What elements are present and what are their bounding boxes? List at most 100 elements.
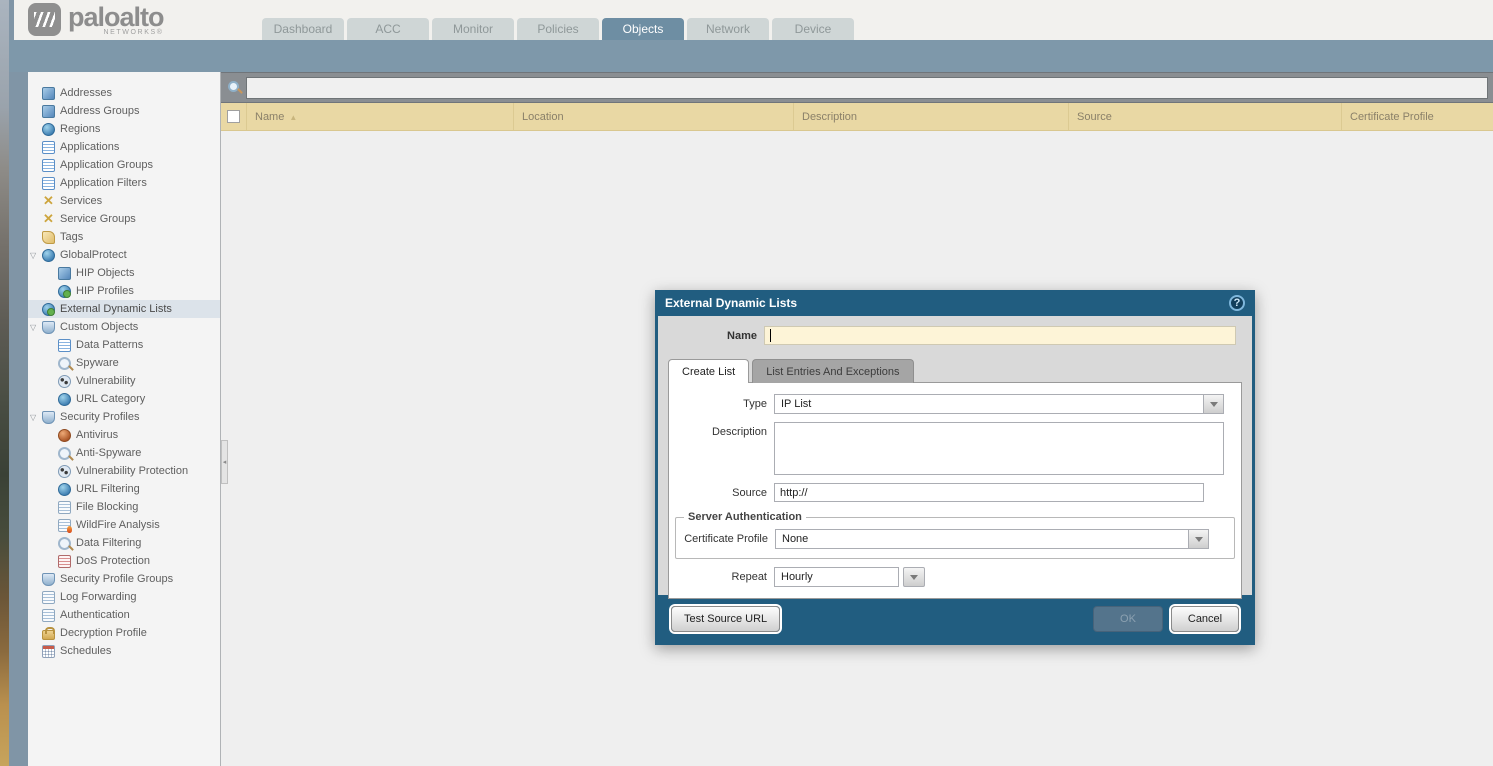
sidebar-item-applications[interactable]: Applications	[28, 138, 220, 156]
sidebar-item-label: Schedules	[60, 645, 112, 657]
tab-policies[interactable]: Policies	[517, 18, 599, 40]
certificate-profile-select[interactable]: None	[775, 529, 1209, 549]
tab-acc[interactable]: ACC	[347, 18, 429, 40]
server-authentication-legend: Server Authentication	[688, 511, 802, 523]
repeat-dropdown-button[interactable]	[903, 567, 925, 587]
dialog-title-bar: External Dynamic Lists ?	[655, 290, 1255, 316]
column-header-source[interactable]: Source	[1069, 103, 1342, 130]
data-patterns-icon	[58, 338, 71, 352]
addresses-icon	[42, 86, 55, 100]
tab-dashboard[interactable]: Dashboard	[262, 18, 344, 40]
sidebar-item-antivirus[interactable]: Antivirus	[28, 426, 220, 444]
tab-network[interactable]: Network	[687, 18, 769, 40]
sidebar-item-url-filtering[interactable]: URL Filtering	[28, 480, 220, 498]
sidebar-item-dos-protection[interactable]: DoS Protection	[28, 552, 220, 570]
sidebar-item-globalprotect[interactable]: ▽ GlobalProtect	[28, 246, 220, 264]
sidebar-item-log-forwarding[interactable]: Log Forwarding	[28, 588, 220, 606]
description-textarea[interactable]	[774, 422, 1224, 475]
sidebar-item-label: Authentication	[60, 609, 130, 621]
sidebar-item-url-category[interactable]: URL Category	[28, 390, 220, 408]
vulnerability-protection-icon	[58, 464, 71, 478]
type-dropdown-button[interactable]	[1203, 395, 1223, 413]
sidebar-item-addresses[interactable]: Addresses	[28, 84, 220, 102]
sidebar-item-label: URL Category	[76, 393, 146, 405]
sidebar-item-label: DoS Protection	[76, 555, 150, 567]
tab-device[interactable]: Device	[772, 18, 854, 40]
sidebar-item-vulnerability[interactable]: Vulnerability	[28, 372, 220, 390]
dialog-tab-create-list[interactable]: Create List	[668, 359, 750, 383]
sidebar-item-address-groups[interactable]: Address Groups	[28, 102, 220, 120]
sidebar-item-security-profiles[interactable]: ▽ Security Profiles	[28, 408, 220, 426]
test-source-url-button[interactable]: Test Source URL	[671, 605, 781, 632]
sidebar-item-hip-objects[interactable]: HIP Objects	[28, 264, 220, 282]
sidebar-item-tags[interactable]: Tags	[28, 228, 220, 246]
sidebar-item-data-patterns[interactable]: Data Patterns	[28, 336, 220, 354]
text-caret	[770, 329, 771, 342]
column-header-name[interactable]: Name ▲	[247, 103, 514, 130]
repeat-select[interactable]: Hourly	[774, 567, 899, 587]
sidebar-item-label: Tags	[60, 231, 84, 243]
source-value: http://	[780, 486, 808, 499]
dialog-footer: Test Source URL OK Cancel	[655, 595, 1255, 642]
sidebar-item-external-dynamic-lists[interactable]: External Dynamic Lists	[28, 300, 220, 318]
tab-objects[interactable]: Objects	[602, 18, 684, 40]
expander-icon[interactable]: ▽	[30, 251, 42, 260]
column-header-certificate-profile[interactable]: Certificate Profile	[1342, 103, 1493, 130]
sidebar-item-hip-profiles[interactable]: HIP Profiles	[28, 282, 220, 300]
sidebar-item-label: Security Profile Groups	[60, 573, 174, 585]
server-authentication-fieldset: Server Authentication Certificate Profil…	[675, 511, 1235, 559]
custom-objects-icon	[42, 320, 55, 334]
globalprotect-icon	[42, 248, 55, 262]
sidebar-item-label: Application Groups	[60, 159, 153, 171]
sidebar-item-authentication[interactable]: Authentication	[28, 606, 220, 624]
sidebar-item-regions[interactable]: Regions	[28, 120, 220, 138]
sidebar-item-wildfire-analysis[interactable]: WildFire Analysis	[28, 516, 220, 534]
sort-arrow-icon: ▲	[289, 113, 298, 122]
name-input[interactable]	[764, 326, 1236, 345]
application-filters-icon	[42, 176, 55, 190]
sidebar-item-data-filtering[interactable]: Data Filtering	[28, 534, 220, 552]
column-header-description[interactable]: Description	[794, 103, 1069, 130]
dialog-tab-list-entries-and-exceptions[interactable]: List Entries And Exceptions	[752, 359, 914, 383]
column-header-location[interactable]: Location	[514, 103, 794, 130]
tab-monitor[interactable]: Monitor	[432, 18, 514, 40]
wildfire-analysis-icon	[58, 518, 72, 533]
sidebar-item-schedules[interactable]: Schedules	[28, 642, 220, 660]
select-all-checkbox[interactable]	[227, 110, 240, 123]
dialog-tabs: Create List List Entries And Exceptions	[668, 359, 1242, 383]
sidebar-item-spyware[interactable]: Spyware	[28, 354, 220, 372]
certificate-profile-dropdown-button[interactable]	[1188, 530, 1208, 548]
ok-button[interactable]: OK	[1093, 605, 1163, 632]
sidebar-item-security-profile-groups[interactable]: Security Profile Groups	[28, 570, 220, 588]
sidebar-item-vulnerability-protection[interactable]: Vulnerability Protection	[28, 462, 220, 480]
source-input[interactable]: http://	[774, 483, 1204, 502]
sidebar-item-application-filters[interactable]: Application Filters	[28, 174, 220, 192]
select-all-cell	[221, 103, 247, 130]
applications-icon	[42, 140, 55, 154]
background-photo	[0, 0, 9, 766]
sidebar-item-label: Antivirus	[76, 429, 119, 441]
dialog-body: Name Create List List Entries And Excepti…	[658, 316, 1252, 599]
sidebar-item-label: WildFire Analysis	[76, 519, 160, 531]
help-icon[interactable]: ?	[1229, 295, 1245, 311]
sidebar-item-anti-spyware[interactable]: Anti-Spyware	[28, 444, 220, 462]
sidebar-item-file-blocking[interactable]: File Blocking	[28, 498, 220, 516]
sidebar-item-custom-objects[interactable]: ▽ Custom Objects	[28, 318, 220, 336]
expander-icon[interactable]: ▽	[30, 413, 42, 422]
search-input[interactable]	[246, 77, 1488, 99]
sidebar-item-label: Addresses	[60, 87, 112, 99]
expander-icon[interactable]: ▽	[30, 323, 42, 332]
repeat-value: Hourly	[781, 571, 813, 583]
description-label: Description	[711, 426, 767, 438]
data-filtering-icon	[58, 536, 71, 550]
sidebar-item-application-groups[interactable]: Application Groups	[28, 156, 220, 174]
type-select[interactable]: IP List	[774, 394, 1224, 414]
sidebar-item-decryption-profile[interactable]: Decryption Profile	[28, 624, 220, 642]
cancel-button[interactable]: Cancel	[1171, 605, 1239, 632]
sidebar-item-service-groups[interactable]: Service Groups	[28, 210, 220, 228]
sidebar-item-services[interactable]: Services	[28, 192, 220, 210]
sidebar-collapse-handle[interactable]: ◂	[221, 440, 228, 484]
sidebar-item-label: Services	[60, 195, 103, 207]
external-dynamic-lists-icon	[42, 302, 55, 316]
chevron-down-icon	[1194, 536, 1203, 542]
